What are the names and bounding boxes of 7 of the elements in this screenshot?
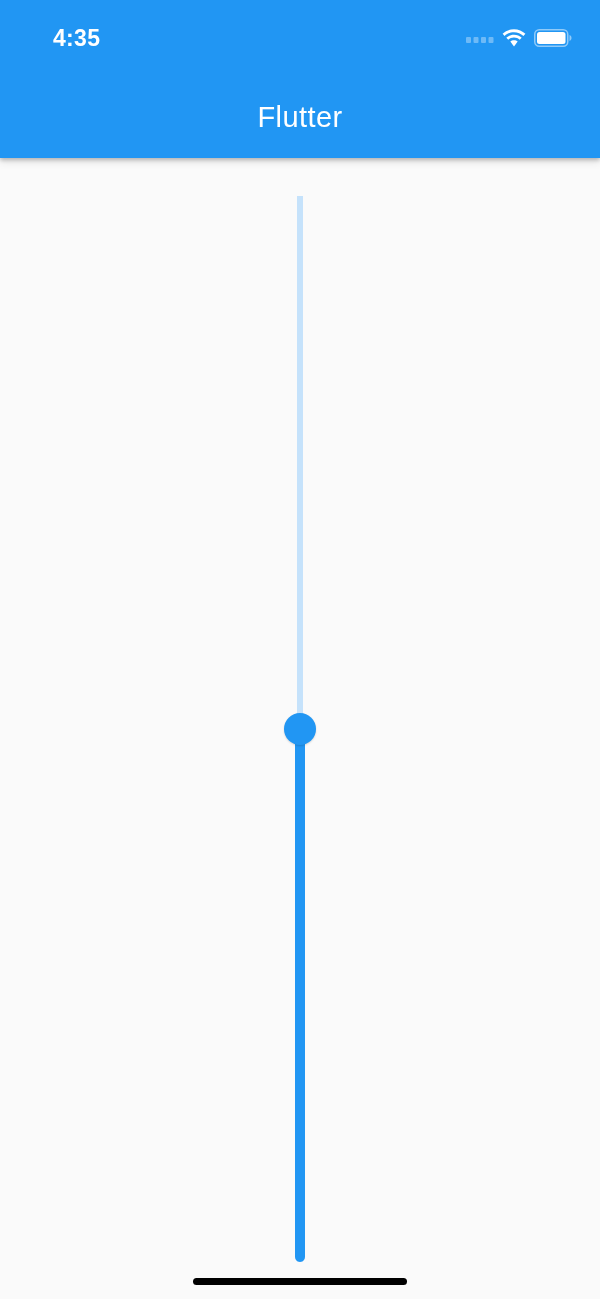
slider-thumb[interactable] [284,713,316,745]
wifi-icon [502,29,526,47]
battery-icon [534,29,572,47]
app-bar-title: Flutter [257,100,343,135]
status-time: 4:35 [53,24,101,52]
slider-track[interactable] [295,196,305,1262]
signal-icon [466,37,494,43]
